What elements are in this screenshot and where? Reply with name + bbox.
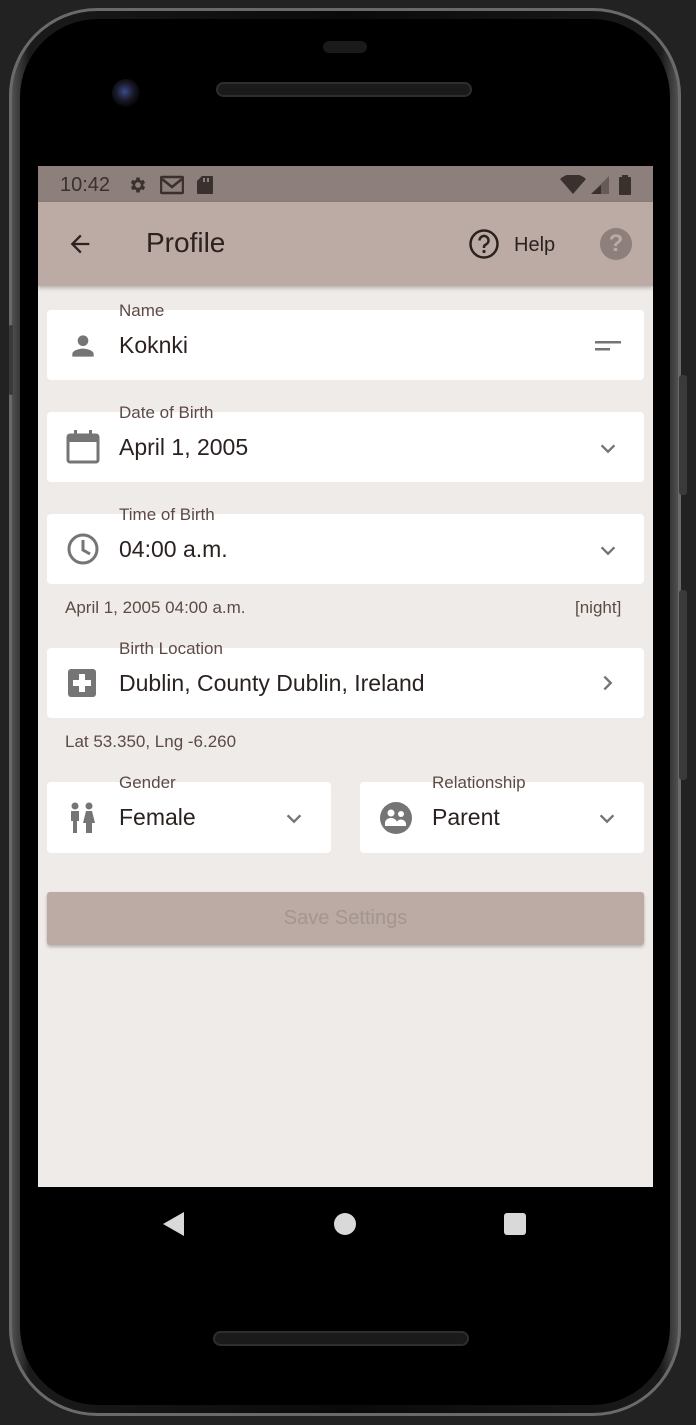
time-of-birth-value: 04:00 a.m. xyxy=(119,536,228,562)
time-of-birth-field[interactable]: Time of Birth 04:00 a.m. xyxy=(47,505,644,584)
page-title: Profile xyxy=(146,227,226,258)
relationship-label: Relationship xyxy=(432,773,526,792)
name-input[interactable]: Koknki xyxy=(119,332,188,359)
chevron-down-icon[interactable] xyxy=(597,438,619,465)
period-badge: [night] xyxy=(575,598,622,617)
gender-label: Gender xyxy=(119,773,176,792)
name-label: Name xyxy=(119,301,165,320)
date-of-birth-field[interactable]: Date of Birth April 1, 2005 xyxy=(47,403,644,482)
gender-field[interactable]: Gender Female xyxy=(47,773,331,853)
person-icon xyxy=(67,330,99,367)
people-icon xyxy=(67,802,97,839)
nav-recents-icon[interactable] xyxy=(504,1213,526,1235)
calendar-icon xyxy=(65,429,101,470)
wifi-icon xyxy=(560,173,586,200)
hospital-icon xyxy=(67,668,97,703)
earpiece-speaker xyxy=(216,82,472,97)
birth-location-value: Dublin, County Dublin, Ireland xyxy=(119,670,425,696)
chevron-down-icon[interactable] xyxy=(596,808,618,835)
relationship-value: Parent xyxy=(432,804,500,830)
signal-icon xyxy=(590,175,610,200)
coordinates-text: Lat 53.350, Lng -6.260 xyxy=(65,732,237,751)
date-of-birth-label: Date of Birth xyxy=(119,403,214,422)
proximity-sensor xyxy=(323,41,367,53)
time-of-birth-label: Time of Birth xyxy=(119,505,215,524)
android-nav-bar xyxy=(38,1187,653,1262)
app-bar: Profile Help ? xyxy=(38,202,653,286)
save-settings-button[interactable]: Save Settings xyxy=(47,892,644,945)
back-arrow-icon[interactable] xyxy=(66,230,94,263)
chevron-down-icon[interactable] xyxy=(283,808,305,835)
gmail-icon xyxy=(159,175,185,200)
family-icon xyxy=(379,801,413,840)
datetime-summary: April 1, 2005 04:00 a.m. xyxy=(65,598,246,617)
birth-location-label: Birth Location xyxy=(119,639,223,658)
front-camera xyxy=(112,79,140,107)
status-bar: 10:42 xyxy=(38,166,653,202)
clock-icon xyxy=(65,531,101,572)
volume-button xyxy=(679,590,687,780)
power-button xyxy=(679,375,687,495)
help-circle-icon[interactable] xyxy=(468,228,500,265)
gear-icon xyxy=(128,175,148,200)
birth-location-field[interactable]: Birth Location Dublin, County Dublin, Ir… xyxy=(47,639,644,718)
left-side-button xyxy=(9,325,13,395)
name-field[interactable]: Name Koknki xyxy=(47,301,644,380)
chevron-right-icon[interactable] xyxy=(597,672,619,699)
relationship-field[interactable]: Relationship Parent xyxy=(360,773,644,853)
bottom-speaker xyxy=(213,1331,469,1346)
text-lines-icon xyxy=(595,340,621,359)
gender-value: Female xyxy=(119,804,196,830)
sd-card-icon xyxy=(196,175,214,200)
app-screen: 10:42 Profile Help ? Name Koknki Date of… xyxy=(38,166,653,1187)
help-question-icon[interactable]: ? xyxy=(600,228,632,260)
chevron-down-icon[interactable] xyxy=(597,540,619,567)
help-button[interactable]: Help xyxy=(514,234,555,257)
status-time: 10:42 xyxy=(60,174,111,196)
nav-home-icon[interactable] xyxy=(334,1213,356,1235)
date-of-birth-value: April 1, 2005 xyxy=(119,434,249,460)
battery-icon xyxy=(618,175,632,200)
nav-back-icon[interactable] xyxy=(162,1211,186,1242)
